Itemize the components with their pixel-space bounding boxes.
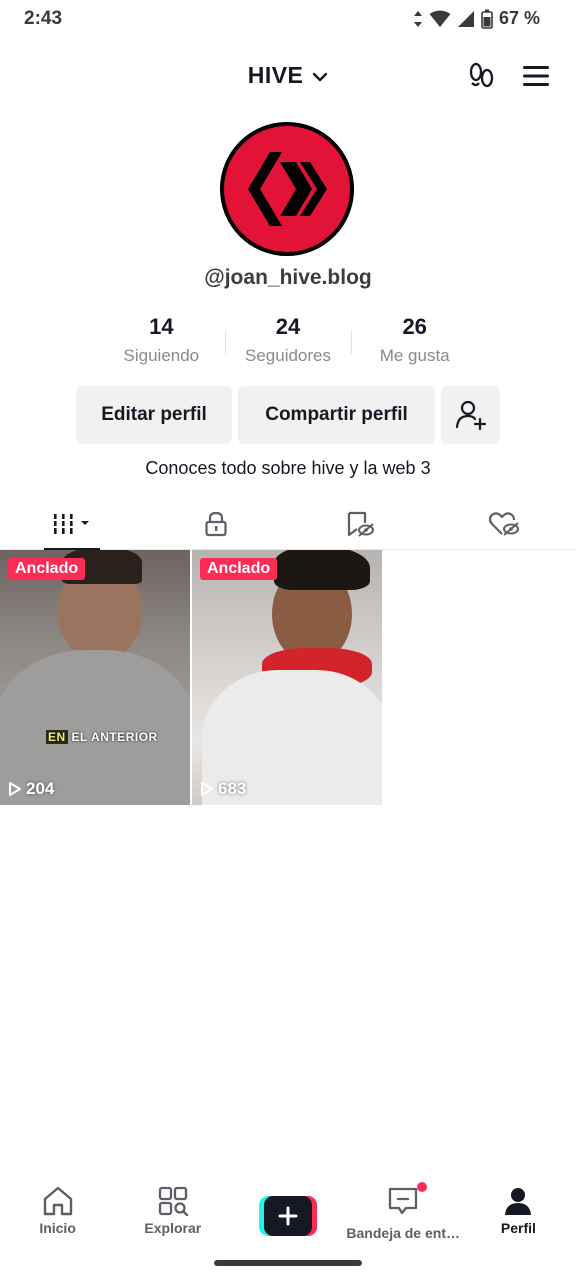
profile-tabs <box>0 498 576 550</box>
inbox-icon-wrap <box>387 1182 428 1221</box>
nav-label: Perfil <box>500 1220 536 1236</box>
plus-icon <box>278 1206 298 1226</box>
profile-bio: Conoces todo sobre hive y la web 3 <box>145 458 431 478</box>
nav-create[interactable] <box>230 1176 345 1246</box>
play-icon <box>201 782 213 796</box>
view-count-value: 204 <box>26 779 55 798</box>
footprints-icon <box>469 62 494 88</box>
inbox-icon <box>389 1187 418 1215</box>
nav-label: Explorar <box>144 1220 202 1236</box>
explore-icon <box>158 1186 188 1216</box>
chevron-down-icon <box>313 72 328 82</box>
avatar[interactable] <box>220 122 354 256</box>
share-profile-button[interactable]: Compartir perfil <box>238 386 435 444</box>
edit-profile-button[interactable]: Editar perfil <box>76 386 232 444</box>
video-caption: EN EL ANTERIOR <box>46 730 158 744</box>
status-bar: 2:43 67 % <box>0 0 576 40</box>
bottom-nav: Inicio Explorar Bandeja de ent… Perfil <box>0 1176 576 1246</box>
data-arrows-icon <box>413 10 422 27</box>
hive-logo-icon <box>220 122 354 256</box>
stat-value: 14 <box>149 314 174 339</box>
status-time: 2:43 <box>24 8 63 29</box>
username: @joan_hive.blog <box>204 266 372 289</box>
notification-dot <box>417 1182 428 1192</box>
battery-icon <box>481 9 493 29</box>
tab-videos[interactable] <box>0 498 144 550</box>
hamburger-menu-icon <box>523 66 549 86</box>
pinned-badge: Anclado <box>200 558 278 580</box>
signal-icon <box>457 10 474 27</box>
profile-icon <box>505 1188 532 1215</box>
play-icon <box>9 782 21 796</box>
nav-explore[interactable]: Explorar <box>115 1176 230 1246</box>
caption-text: EL ANTERIOR <box>71 730 158 744</box>
stat-followers[interactable]: 24 Seguidores <box>224 312 352 372</box>
stat-likes[interactable]: 26 Me gusta <box>351 312 478 372</box>
view-count-value: 683 <box>218 779 247 798</box>
caption-highlight: EN <box>46 730 68 744</box>
create-button-face <box>264 1196 312 1236</box>
menu-button[interactable] <box>520 62 552 90</box>
video-grid: EN EL ANTERIOR Anclado 204 Anclado 683 <box>0 550 576 805</box>
nav-profile[interactable]: Perfil <box>461 1176 576 1246</box>
tab-reposts[interactable] <box>288 498 432 549</box>
nav-inbox[interactable]: Bandeja de ent… <box>346 1176 461 1246</box>
home-icon <box>43 1186 72 1216</box>
stat-label: Me gusta <box>379 346 450 365</box>
stat-value: 26 <box>402 314 427 339</box>
grid-icon <box>51 513 89 534</box>
top-bar: HIVE <box>0 52 576 100</box>
profile-stats: 14 Siguiendo 24 Seguidores 26 Me gusta <box>98 312 478 372</box>
video-thumbnail[interactable]: EN EL ANTERIOR Anclado 204 <box>0 550 190 805</box>
tab-liked[interactable] <box>432 498 576 549</box>
stat-value: 24 <box>275 314 301 339</box>
stat-label: Seguidores <box>245 346 332 365</box>
status-icons: 67 % <box>413 8 540 29</box>
nav-label: Inicio <box>39 1220 76 1236</box>
create-button[interactable] <box>259 1196 317 1236</box>
home-indicator[interactable] <box>214 1260 362 1266</box>
stat-following[interactable]: 14 Siguiendo <box>98 312 225 372</box>
hidden-heart-icon <box>488 511 519 536</box>
footprints-button[interactable] <box>466 60 498 92</box>
lock-icon <box>205 511 227 536</box>
account-name: HIVE <box>247 62 304 88</box>
add-friends-button[interactable] <box>441 386 500 444</box>
battery-percent: 67 % <box>498 8 540 28</box>
video-thumbnail[interactable]: Anclado 683 <box>192 550 382 805</box>
nav-label: Bandeja de ent… <box>346 1225 460 1241</box>
pinned-badge: Anclado <box>8 558 86 580</box>
wifi-icon <box>429 10 451 27</box>
tab-private[interactable] <box>144 498 288 549</box>
stat-label: Siguiendo <box>123 346 200 365</box>
view-count: 683 <box>200 779 246 799</box>
hair-shape <box>274 550 370 590</box>
add-user-icon <box>455 400 486 431</box>
view-count: 204 <box>8 779 54 799</box>
nav-home[interactable]: Inicio <box>0 1176 115 1246</box>
profile-actions: Editar perfil Compartir perfil <box>76 386 500 444</box>
hidden-bookmark-icon <box>347 511 374 537</box>
